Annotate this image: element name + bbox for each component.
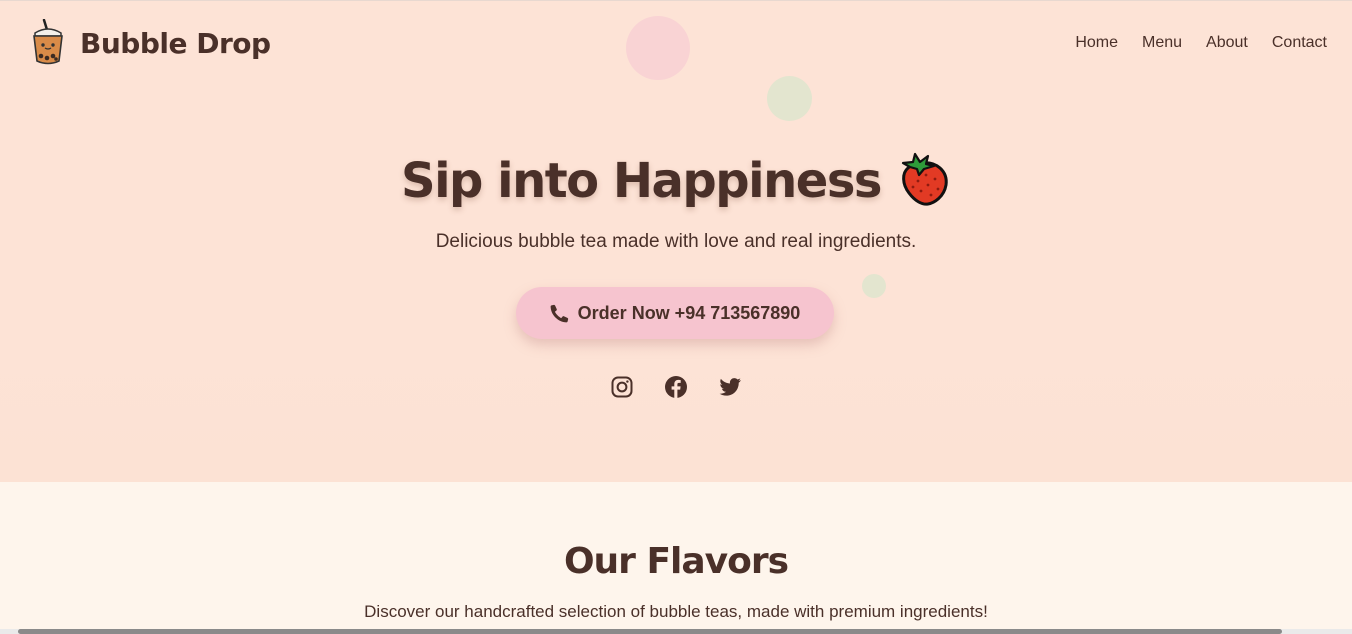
hero-subtitle: Delicious bubble tea made with love and … bbox=[435, 231, 917, 252]
horizontal-scrollbar[interactable] bbox=[0, 629, 1352, 634]
flavors-subtitle: Discover our handcrafted selection of bu… bbox=[364, 602, 988, 621]
instagram-link[interactable] bbox=[610, 374, 634, 400]
hero-title-text: Sip into Happiness bbox=[401, 153, 882, 209]
instagram-icon bbox=[611, 376, 633, 398]
decorative-bubble bbox=[862, 274, 886, 298]
decorative-bubble bbox=[767, 76, 812, 121]
nav-item-home[interactable]: Home bbox=[1075, 34, 1118, 52]
main-nav: Home Menu About Contact bbox=[1075, 34, 1327, 52]
hero-title: Sip into Happiness bbox=[0, 152, 1352, 209]
facebook-link[interactable] bbox=[664, 374, 688, 400]
strawberry-icon bbox=[901, 152, 948, 206]
twitter-icon bbox=[719, 378, 741, 396]
brand-name: Bubble Drop bbox=[80, 26, 271, 60]
nav-item-about[interactable]: About bbox=[1206, 34, 1248, 52]
scrollbar-thumb[interactable] bbox=[18, 629, 1282, 634]
page: Bubble Drop Home Menu About Contact Sip … bbox=[0, 0, 1352, 634]
bubble-tea-icon bbox=[33, 19, 63, 65]
social-links bbox=[0, 374, 1352, 400]
twitter-link[interactable] bbox=[718, 374, 742, 400]
flavors-title: Our Flavors bbox=[563, 541, 789, 582]
phone-icon bbox=[550, 304, 568, 322]
nav-item-menu[interactable]: Menu bbox=[1142, 34, 1182, 52]
hero-section: Bubble Drop Home Menu About Contact Sip … bbox=[0, 0, 1352, 482]
brand-logo[interactable]: Bubble Drop bbox=[30, 19, 271, 67]
order-now-button[interactable]: Order Now +94 713567890 bbox=[516, 287, 834, 339]
order-now-label: Order Now +94 713567890 bbox=[577, 302, 801, 323]
facebook-icon bbox=[665, 376, 687, 398]
decorative-bubble bbox=[626, 16, 690, 80]
nav-item-contact[interactable]: Contact bbox=[1272, 34, 1327, 52]
